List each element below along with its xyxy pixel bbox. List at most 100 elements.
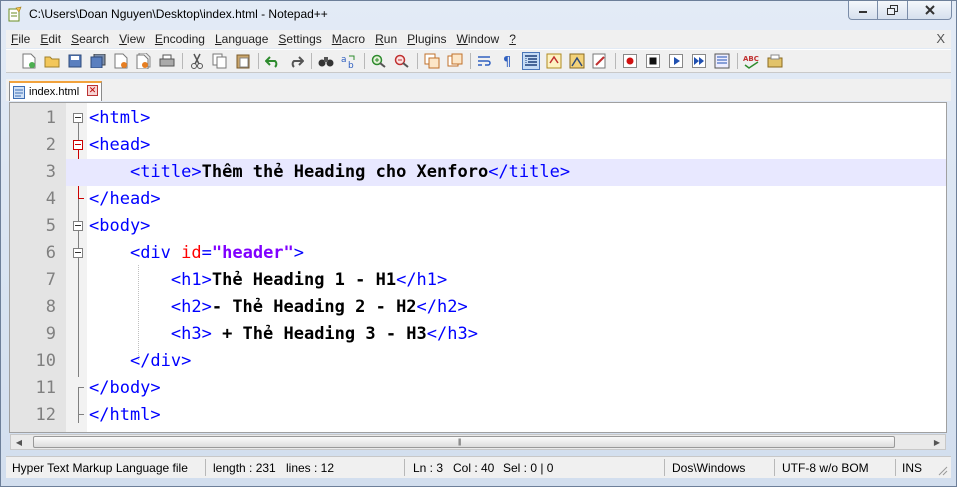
indent-guide-button[interactable] [522,52,540,70]
menu-run[interactable]: Run [370,32,402,46]
menu-language[interactable]: Language [210,32,273,46]
menu-plugins[interactable]: Plugins [402,32,451,46]
user-language-button[interactable] [545,52,563,70]
menu-file[interactable]: File [6,32,35,46]
code-line[interactable]: 7 <h1>Thẻ Heading 1 - H1</h1> [10,267,946,294]
macro-play-button[interactable] [667,52,685,70]
menu-bar: File Edit Search View Encoding Language … [6,30,951,48]
code-text: </html> [89,405,161,425]
scrollbar-thumb[interactable]: ||| [33,436,895,448]
macro-save-button[interactable] [713,52,731,70]
menu-settings[interactable]: Settings [273,32,326,46]
fold-toggle[interactable] [73,248,83,258]
print-button[interactable] [158,52,176,70]
close-icon [924,5,935,15]
cut-button[interactable] [188,52,206,70]
function-list-button[interactable] [591,52,609,70]
copy-icon [212,53,227,69]
status-bar: Hyper Text Markup Language file length :… [6,456,951,478]
replace-button[interactable]: ab [340,52,358,70]
file-icon [13,85,25,99]
zoom-out-button[interactable] [393,52,411,70]
close-file-button[interactable] [112,52,130,70]
word-wrap-icon [478,56,491,66]
code-line[interactable]: 2 <head> [10,132,946,159]
sync-horizontal-button[interactable] [446,52,464,70]
save-all-button[interactable] [89,52,107,70]
undo-button[interactable] [264,52,282,70]
horizontal-scrollbar[interactable]: ◀ ||| ▶ [10,434,946,450]
code-line[interactable]: 8 <h2>- Thẻ Heading 2 - H2</h2> [10,294,946,321]
title-bar[interactable]: C:\Users\Doan Nguyen\Desktop\index.html … [1,1,956,28]
menu-view[interactable]: View [114,32,150,46]
line-number: 9 [45,324,56,344]
code-line[interactable]: 11 </body> [10,375,946,402]
resize-grip-icon[interactable] [936,464,948,476]
code-editor[interactable]: 1 <html> 2 <head> 3 <title>Thêm thẻ Head… [9,102,947,433]
svg-text:b: b [348,61,354,69]
new-file-button[interactable] [20,52,38,70]
menu-window[interactable]: Window [452,32,505,46]
code-line[interactable]: 6 <div id="header"> [10,240,946,267]
toolbar-separator [615,53,616,69]
find-button[interactable] [317,52,335,70]
zoom-in-button[interactable] [370,52,388,70]
tab-index-html[interactable]: index.html ✕ [9,81,102,101]
open-file-button[interactable] [43,52,61,70]
code-line-current[interactable]: 3 <title>Thêm thẻ Heading cho Xenforo</t… [10,159,946,186]
notepad-app-icon [8,6,22,22]
scroll-right-arrow-icon[interactable]: ▶ [931,437,943,448]
restore-button[interactable] [878,1,908,20]
notepadpp-window: C:\Users\Doan Nguyen\Desktop\index.html … [0,0,957,487]
code-text: <head> [89,135,151,155]
macro-record-button[interactable] [621,52,639,70]
stop-icon [646,54,660,68]
close-all-icon [136,53,151,69]
status-separator [664,459,665,476]
document-map-button[interactable] [568,52,586,70]
fold-toggle[interactable] [73,140,83,150]
line-number: 3 [45,162,56,182]
status-selection: Sel : 0 | 0 [503,461,554,475]
code-text: </head> [89,189,161,209]
close-document-button[interactable]: X [936,31,945,46]
show-all-characters-button[interactable]: ¶ [499,52,517,70]
menu-search[interactable]: Search [66,32,114,46]
status-length: length : 231 [213,461,276,475]
copy-button[interactable] [211,52,229,70]
macro-run-multiple-button[interactable] [690,52,708,70]
save-button[interactable] [66,52,84,70]
code-text: <body> [89,216,151,236]
status-lines: lines : 12 [286,461,335,475]
spell-check-button[interactable]: ABC [743,52,761,70]
status-separator [895,459,896,476]
redo-button[interactable] [287,52,305,70]
sync-vertical-button[interactable] [423,52,441,70]
spell-check-options-button[interactable] [766,52,784,70]
menu-macro[interactable]: Macro [327,32,370,46]
minimize-button[interactable] [848,1,878,20]
menu-encoding[interactable]: Encoding [150,32,210,46]
sync-scroll-vertical-icon [424,53,440,69]
code-line[interactable]: 12 </html> [10,402,946,429]
record-icon [623,54,637,68]
code-text: <h1>Thẻ Heading 1 - H1</h1> [170,270,448,290]
close-file-icon [114,53,128,69]
close-window-button[interactable] [908,1,952,20]
printer-icon [159,54,175,67]
code-line[interactable]: 5 <body> [10,213,946,240]
word-wrap-button[interactable] [476,52,494,70]
close-all-button[interactable] [135,52,153,70]
menu-help[interactable]: ? [504,32,521,46]
code-line[interactable]: 10 </div> [10,348,946,375]
code-line[interactable]: 1 <html> [10,105,946,132]
fold-toggle[interactable] [73,113,83,123]
fold-toggle[interactable] [73,221,83,231]
scroll-left-arrow-icon[interactable]: ◀ [13,437,25,448]
code-line[interactable]: 4 </head> [10,186,946,213]
paste-button[interactable] [234,52,252,70]
code-line[interactable]: 9 <h3> + Thẻ Heading 3 - H3</h3> [10,321,946,348]
tab-close-button[interactable]: ✕ [87,85,98,96]
menu-edit[interactable]: Edit [35,32,66,46]
macro-stop-button[interactable] [644,52,662,70]
